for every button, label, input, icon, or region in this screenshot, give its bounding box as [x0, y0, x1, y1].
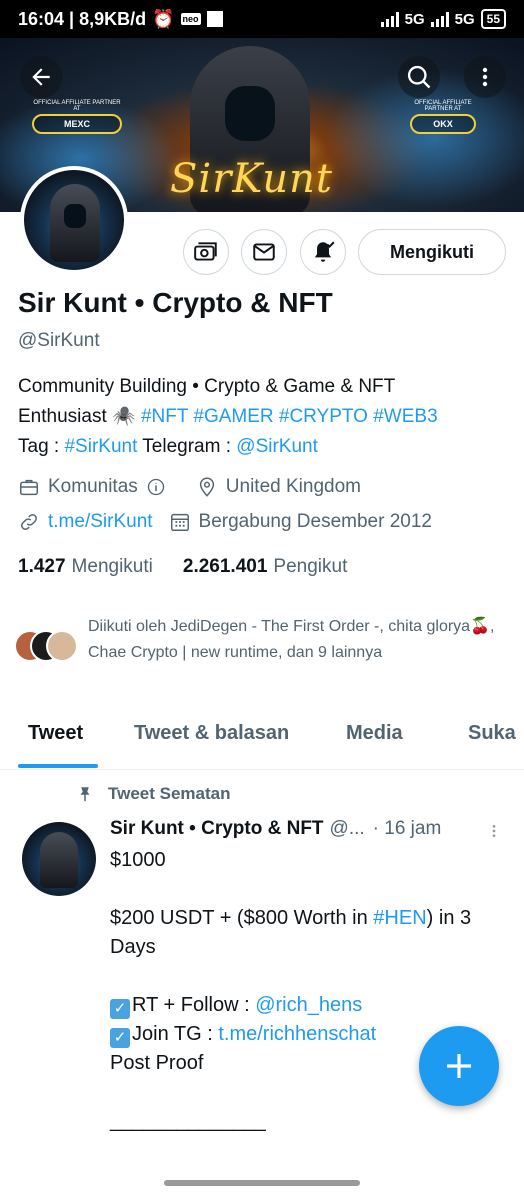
signal-icon-2 [430, 11, 449, 27]
alarm-icon: ⏰ [152, 8, 175, 29]
tweet-line-4-prefix: Join TG : [132, 1023, 219, 1045]
compose-tweet-button[interactable] [419, 1026, 499, 1106]
home-indicator[interactable] [164, 1180, 360, 1186]
followed-by-avatars [14, 630, 80, 670]
active-tab-indicator [18, 764, 98, 768]
arrow-left-icon [32, 68, 50, 86]
bio-line-2: Enthusiast 🕷️ #NFT #GAMER #CRYPTO #WEB3 [18, 402, 508, 432]
partner-right-brand: OKX [410, 114, 476, 134]
signal-icon [380, 11, 399, 27]
bio-tag-link[interactable]: #SirKunt [64, 436, 137, 457]
mutual-avatar [46, 630, 78, 662]
notifications-button[interactable] [300, 229, 346, 275]
bio-line-1: Community Building • Crypto & Game & NFT [18, 376, 396, 397]
tweet-author-handle[interactable]: @... [330, 818, 365, 840]
bio-hashtags[interactable]: #NFT #GAMER #CRYPTO #WEB3 [141, 406, 438, 427]
link-icon [21, 514, 37, 530]
profile-stats: 1.427 Mengikuti 2.261.401 Pengikut [18, 556, 347, 578]
network-type-2: 5G [454, 10, 475, 28]
tweet-line-3-prefix: RT + Follow : [132, 994, 256, 1016]
more-vertical-icon [492, 825, 496, 837]
money-icon [194, 242, 217, 261]
search-icon [407, 65, 431, 89]
tweet-timestamp: · 16 jam [372, 818, 442, 839]
tab-media[interactable]: Media [346, 722, 403, 745]
profile-website-link[interactable]: t.me/SirKunt [48, 511, 153, 533]
tweet-line-2: $200 USDT + ($800 Worth in #HEN) in 3 Da… [110, 904, 510, 962]
followed-by-section[interactable]: Diikuti oleh JediDegen - The First Order… [14, 614, 514, 670]
bio-line-2-text: Enthusiast 🕷️ [18, 406, 136, 427]
tip-jar-button[interactable] [183, 229, 229, 275]
bio-line-3: Tag : #SirKunt Telegram : @SirKunt [18, 432, 508, 462]
bell-check-icon [314, 241, 335, 262]
tweet-line-1: $1000 [110, 849, 166, 871]
profile-bio: Community Building • Crypto & Game & NFT… [18, 372, 508, 462]
following-count[interactable]: 1.427 [18, 556, 66, 578]
profile-tabs: Tweet Tweet & balasan Media Suka [0, 700, 524, 770]
envelope-icon [253, 243, 275, 261]
partner-left-brand: MEXC [32, 114, 122, 134]
message-button[interactable] [241, 229, 287, 275]
back-button[interactable] [20, 56, 62, 98]
tweet-line-2-prefix: $200 USDT + ($800 Worth in [110, 907, 374, 929]
status-bar: 16:04 | 8,9KB/d ⏰ neo 5G 5G 55 [0, 0, 524, 38]
tab-likes[interactable]: Suka [468, 722, 516, 745]
calendar-icon [170, 513, 189, 531]
pin-icon [80, 787, 90, 802]
tweet-more-button[interactable] [486, 820, 502, 848]
plus-icon [447, 1054, 471, 1078]
battery-icon: 55 [480, 9, 506, 29]
tweet-header: Sir Kunt • Crypto & NFT @... · 16 jam [110, 818, 510, 840]
followers-label[interactable]: Pengikut [273, 556, 347, 578]
network-type-1: 5G [404, 10, 425, 28]
partner-badge-left: OFFICIAL AFFILIATE PARTNER AT MEXC [32, 100, 122, 134]
profile-category: Komunitas [48, 476, 138, 497]
info-icon[interactable] [146, 477, 166, 497]
following-button[interactable]: Mengikuti [358, 229, 506, 275]
partner-badge-right: OFFICIAL AFFILIATE PARTNER AT OKX [410, 100, 476, 134]
checkmark-icon: ✓ [110, 1028, 130, 1048]
profile-avatar[interactable] [20, 166, 128, 274]
partner-right-caption: OFFICIAL AFFILIATE PARTNER AT [414, 100, 472, 112]
more-options-button[interactable] [464, 56, 506, 98]
profile-meta-row-1: Komunitas United Kingdom [18, 476, 361, 498]
bio-telegram-link[interactable]: @SirKunt [236, 436, 318, 457]
notification-square-icon [206, 11, 223, 27]
profile-joined-date: Bergabung Desember 2012 [198, 511, 432, 532]
app-notification-icon: neo [180, 13, 201, 25]
tweet-mention-link[interactable]: @rich_hens [255, 994, 362, 1016]
more-vertical-icon [482, 67, 488, 87]
following-label[interactable]: Mengikuti [72, 556, 153, 578]
followers-count[interactable]: 2.261.401 [183, 556, 268, 578]
briefcase-icon [20, 479, 38, 496]
tab-tweets-replies[interactable]: Tweet & balasan [134, 722, 289, 745]
partner-left-caption: OFFICIAL AFFILIATE PARTNER AT [33, 100, 121, 112]
bio-telegram-prefix: Telegram : [137, 436, 237, 457]
profile-handle: @SirKunt [18, 330, 100, 351]
tab-tweet[interactable]: Tweet [28, 722, 83, 745]
followed-by-text: Diikuti oleh JediDegen - The First Order… [88, 618, 495, 661]
tweet-hashtag-link[interactable]: #HEN [373, 907, 426, 929]
checkmark-icon: ✓ [110, 999, 130, 1019]
search-button[interactable] [398, 56, 440, 98]
tweet-author-name[interactable]: Sir Kunt • Crypto & NFT [110, 818, 324, 840]
status-time: 16:04 | 8,9KB/d [18, 8, 147, 29]
tweet-line-3: ✓ RT + Follow : @rich_hens [110, 991, 510, 1020]
pinned-label: Tweet Sematan [108, 784, 231, 803]
profile-location: United Kingdom [225, 476, 361, 497]
profile-name: Sir Kunt • Crypto & NFT [18, 287, 333, 318]
profile-meta-row-2: t.me/SirKunt Bergabung Desember 2012 [18, 511, 432, 533]
tweet-author-avatar[interactable] [22, 822, 96, 896]
pinned-label-row: Tweet Sematan [76, 784, 231, 804]
banner-script-text: SirKunt [170, 156, 333, 202]
tweet-telegram-link[interactable]: t.me/richhenschat [218, 1023, 376, 1045]
tweet-line-6: ______________ [110, 1110, 266, 1132]
bio-tag-prefix: Tag : [18, 436, 65, 457]
location-pin-icon [199, 477, 214, 497]
